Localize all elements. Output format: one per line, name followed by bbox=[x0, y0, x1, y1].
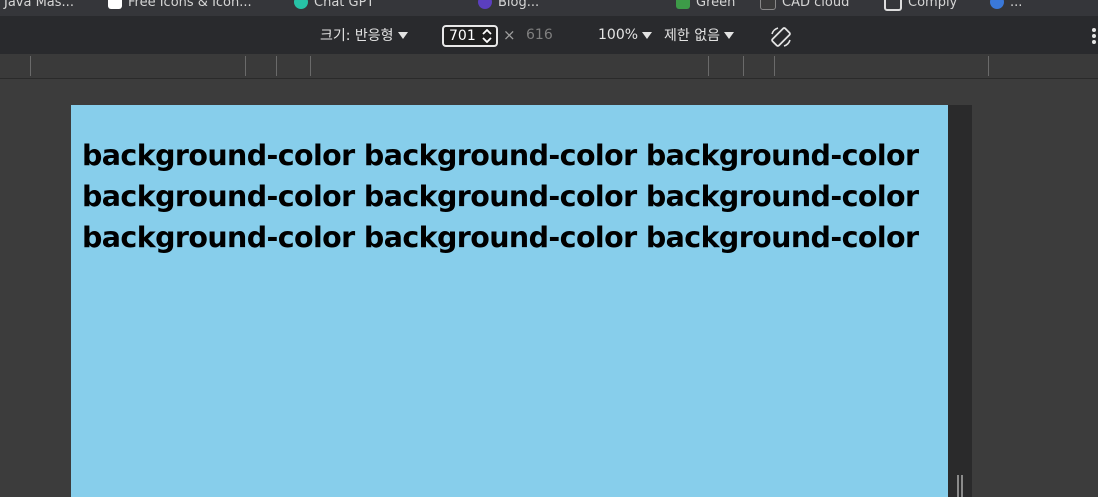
width-value: 701 bbox=[449, 28, 476, 44]
bookmark-favicon-icon bbox=[478, 0, 492, 9]
caret-down-icon bbox=[642, 31, 653, 39]
bookmark-label: ... bbox=[1010, 0, 1023, 10]
page-text: background-color background-color backgr… bbox=[82, 139, 919, 254]
bookmark-item[interactable]: Free Icons & Icon... bbox=[108, 0, 252, 10]
caret-down-icon bbox=[723, 31, 734, 39]
media-query-ruler bbox=[0, 54, 1098, 79]
width-input[interactable]: 701 bbox=[442, 25, 498, 47]
more-options-icon[interactable] bbox=[1092, 28, 1098, 44]
throttling-label: 제한 없음 bbox=[664, 28, 720, 44]
bookmark-item[interactable]: Green bbox=[676, 0, 735, 10]
bookmark-label: CAD cloud bbox=[782, 0, 850, 10]
bookmark-item[interactable]: Comply bbox=[884, 0, 958, 11]
bookmark-item[interactable]: ... bbox=[990, 0, 1022, 10]
dimension-separator: × bbox=[503, 26, 516, 44]
bookmark-label: Blog... bbox=[498, 0, 540, 10]
device-toolbar: 크기: 반응형 701 × 616 100% 제한 없음 bbox=[0, 16, 1098, 54]
throttling-dropdown[interactable]: 제한 없음 bbox=[664, 16, 734, 54]
spinner-arrows-icon[interactable] bbox=[482, 29, 492, 43]
caret-down-icon bbox=[397, 31, 408, 39]
bookmark-label: Free Icons & Icon... bbox=[128, 0, 252, 10]
bookmarks-bar: Java Mas... Free Icons & Icon... Chat GP… bbox=[0, 0, 1098, 16]
bookmark-label: Comply bbox=[908, 0, 958, 10]
rotate-icon[interactable] bbox=[769, 25, 793, 49]
bookmark-label: Chat GPT bbox=[314, 0, 375, 10]
resize-grip-icon[interactable] bbox=[957, 475, 963, 497]
zoom-label: 100% bbox=[598, 27, 639, 43]
bookmark-favicon-icon bbox=[108, 0, 122, 9]
bookmark-favicon-icon bbox=[294, 0, 308, 9]
bookmark-item[interactable]: Chat GPT bbox=[294, 0, 374, 10]
bookmark-label: Green bbox=[696, 0, 736, 10]
bookmark-favicon-icon bbox=[676, 0, 690, 9]
folder-icon bbox=[884, 0, 902, 11]
bookmark-item[interactable]: Blog... bbox=[478, 0, 539, 10]
dimensions-label: 크기: 반응형 bbox=[320, 28, 394, 44]
device-viewport-area: background-color background-color backgr… bbox=[0, 79, 1098, 497]
zoom-dropdown[interactable]: 100% bbox=[598, 16, 653, 54]
bookmark-item[interactable]: CAD cloud bbox=[760, 0, 849, 10]
bookmark-favicon-icon bbox=[760, 0, 776, 10]
bookmark-label: Java Mas... bbox=[4, 0, 74, 10]
viewport-resize-handle[interactable] bbox=[948, 105, 972, 497]
rendered-page: background-color background-color backgr… bbox=[71, 105, 948, 497]
bookmark-item[interactable]: Java Mas... bbox=[4, 0, 74, 10]
dimensions-dropdown[interactable]: 크기: 반응형 bbox=[320, 16, 408, 54]
bookmark-favicon-icon bbox=[990, 0, 1004, 9]
height-input[interactable]: 616 bbox=[526, 16, 553, 54]
